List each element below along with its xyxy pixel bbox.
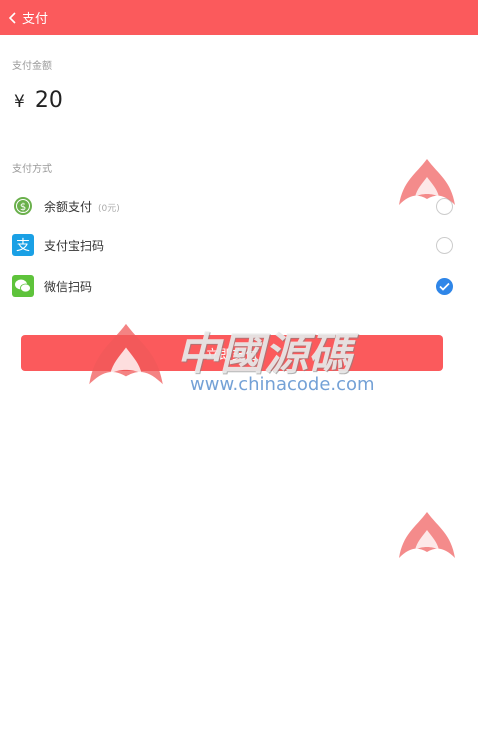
balance-label: 余额支付 — [44, 199, 93, 214]
payment-method-label: 支付方式 — [12, 164, 52, 175]
currency-symbol: ¥ — [14, 92, 25, 112]
wechat-icon — [12, 275, 34, 297]
watermark-logo-icon — [395, 508, 459, 572]
svg-text:支: 支 — [16, 238, 30, 254]
checkmark-icon — [439, 282, 450, 291]
chevron-left-icon — [8, 11, 18, 25]
payment-method-alipay[interactable]: 支 支付宝扫码 — [0, 228, 478, 262]
svg-text:$: $ — [20, 202, 26, 213]
amount-display: ¥ 20 — [14, 88, 63, 113]
radio-alipay[interactable] — [436, 236, 453, 254]
payment-method-wechat[interactable]: 微信扫码 — [0, 269, 478, 303]
wechat-label: 微信扫码 — [44, 279, 93, 294]
radio-balance[interactable] — [436, 197, 453, 215]
top-bar: 支付 — [0, 0, 478, 35]
alipay-label: 支付宝扫码 — [44, 238, 105, 253]
payment-method-balance[interactable]: $ 余额支付 (0元) — [0, 189, 478, 223]
balance-note: (0元) — [98, 203, 120, 214]
radio-wechat[interactable] — [436, 277, 453, 295]
alipay-icon: 支 — [12, 234, 34, 256]
payment-method-name: 余额支付 (0元) — [44, 198, 120, 215]
amount-value: 20 — [34, 88, 63, 113]
amount-label: 支付金额 — [12, 61, 52, 72]
watermark-url: www.chinacode.com — [190, 374, 375, 395]
page-title: 支付 — [22, 12, 49, 27]
coin-icon: $ — [12, 195, 34, 217]
back-button[interactable]: 支付 — [0, 8, 48, 27]
pay-now-button[interactable]: 立即支付 — [21, 335, 443, 371]
